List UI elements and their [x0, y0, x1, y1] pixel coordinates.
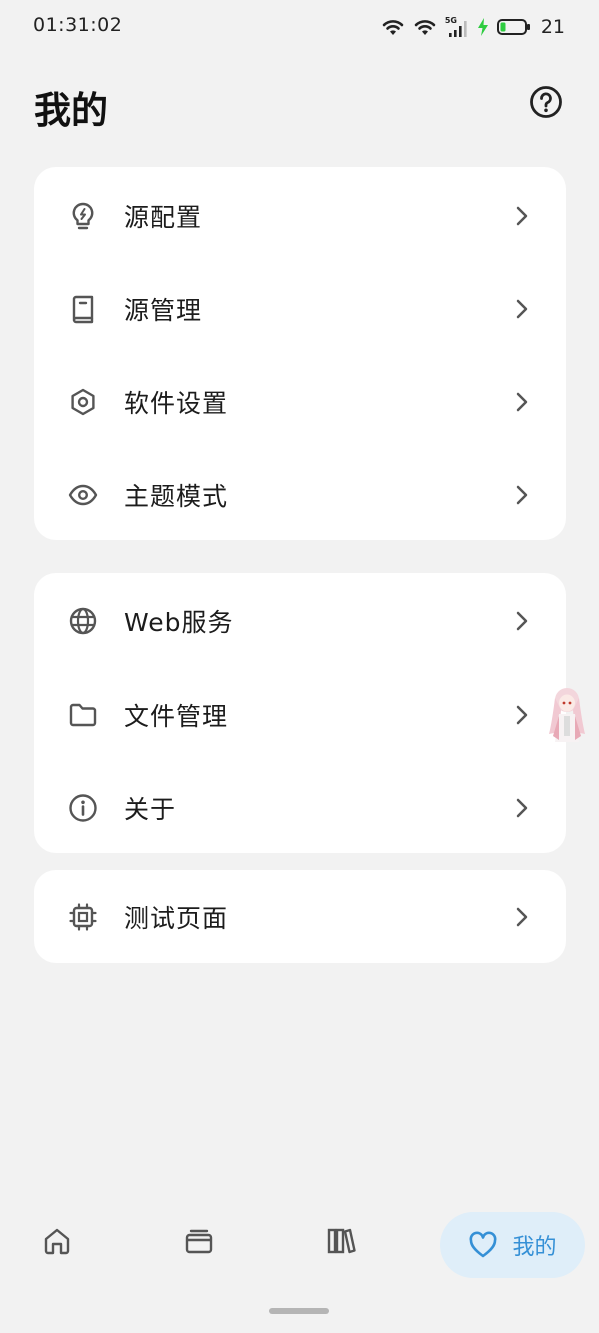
floating-anime-sticker[interactable] [545, 686, 589, 746]
eye-icon [67, 479, 99, 511]
settings-card-source: 源配置 源管理 软件设置 主题模式 [34, 167, 566, 540]
help-circle-icon [529, 85, 562, 118]
chevron-right-icon [512, 796, 532, 820]
page-title: 我的 [34, 89, 108, 132]
chevron-right-icon [512, 703, 532, 727]
heart-icon [470, 1231, 497, 1258]
folder-icon [67, 699, 99, 731]
menu-label-file-manage: 文件管理 [124, 701, 229, 731]
charging-icon [477, 18, 489, 36]
chevron-right-icon [512, 297, 532, 321]
chevron-right-icon [512, 390, 532, 414]
status-time: 01:31:02 [33, 14, 123, 36]
chevron-right-icon [512, 483, 532, 507]
chip-icon [67, 901, 99, 933]
home-icon [44, 1228, 70, 1255]
cellular-signal-icon: 5G [445, 16, 469, 38]
bottom-navigation: 我的 [0, 1205, 599, 1285]
nav-home[interactable] [41, 1225, 73, 1257]
hexagon-settings-icon [67, 386, 99, 418]
menu-item-theme-mode[interactable]: 主题模式 [34, 448, 566, 541]
chevron-right-icon [512, 905, 532, 929]
menu-label-web-service: Web服务 [124, 607, 234, 637]
inbox-icon [185, 1229, 213, 1254]
menu-item-web-service[interactable]: Web服务 [34, 574, 566, 667]
nav-inbox[interactable] [183, 1225, 215, 1257]
nav-library[interactable] [325, 1225, 357, 1257]
menu-item-source-config[interactable]: 源配置 [34, 169, 566, 262]
library-icon [327, 1228, 356, 1254]
battery-icon [496, 18, 531, 36]
menu-item-file-manage[interactable]: 文件管理 [34, 668, 566, 761]
menu-label-source-manage: 源管理 [124, 295, 203, 325]
lightbulb-icon [67, 200, 99, 232]
menu-item-app-settings[interactable]: 软件设置 [34, 355, 566, 448]
nav-mine[interactable]: 我的 [440, 1212, 585, 1278]
menu-label-source-config: 源配置 [124, 202, 203, 232]
menu-item-test-page[interactable]: 测试页面 [34, 870, 566, 963]
globe-icon [67, 605, 99, 637]
battery-level: 21 [540, 16, 565, 38]
info-icon [67, 792, 99, 824]
menu-label-test-page: 测试页面 [124, 903, 229, 933]
menu-label-theme-mode: 主题模式 [124, 481, 229, 511]
chevron-right-icon [512, 204, 532, 228]
wifi-icon-2 [413, 17, 437, 37]
menu-label-app-settings: 软件设置 [124, 388, 229, 418]
wifi-icon [381, 17, 405, 37]
menu-label-about: 关于 [124, 794, 177, 824]
settings-card-debug: 测试页面 [34, 870, 566, 963]
chevron-right-icon [512, 609, 532, 633]
menu-item-about[interactable]: 关于 [34, 761, 566, 854]
settings-card-service: Web服务 文件管理 关于 [34, 573, 566, 853]
menu-item-source-manage[interactable]: 源管理 [34, 262, 566, 355]
status-bar: 01:31:02 5G 21 [0, 0, 599, 52]
book-icon [67, 293, 99, 325]
home-indicator[interactable] [269, 1308, 329, 1314]
status-icons: 5G 21 [381, 14, 565, 40]
help-button[interactable] [528, 84, 563, 119]
nav-mine-label: 我的 [512, 1235, 557, 1260]
